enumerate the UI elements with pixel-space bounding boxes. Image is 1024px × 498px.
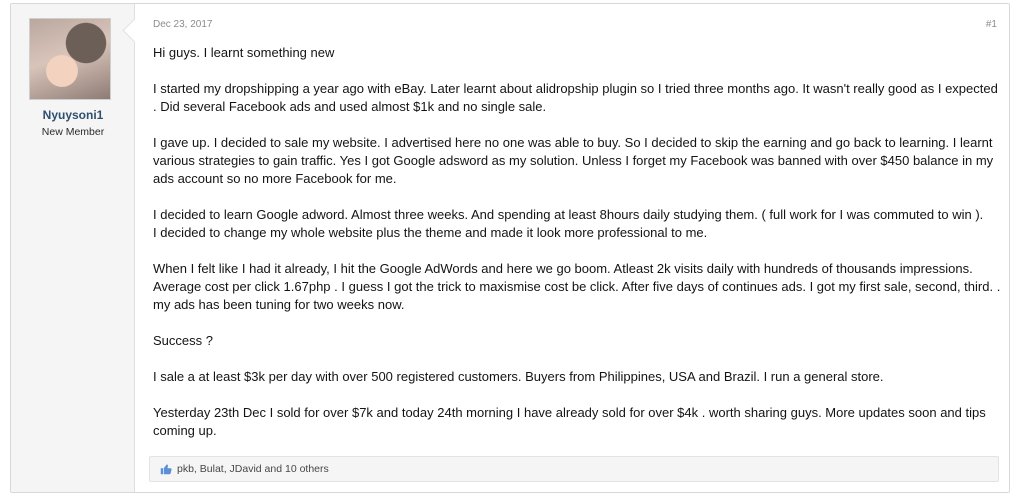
user-title: New Member — [41, 126, 105, 138]
forum-post: Nyuysoni1 New Member Dec 23, 2017 #1 Hi … — [10, 3, 1010, 493]
likes-text-link[interactable]: pkb, Bulat, JDavid and 10 others — [177, 463, 329, 475]
post-paragraph: Yesterday 23th Dec I sold for over $7k a… — [153, 405, 986, 438]
post-paragraph: I sale a at least $3k per day with over … — [153, 369, 884, 384]
user-info-panel: Nyuysoni1 New Member — [11, 4, 135, 492]
thumbs-up-icon — [160, 463, 172, 475]
post-number-link[interactable]: #1 — [986, 19, 997, 30]
likes-summary: pkb, Bulat, JDavid and 10 others — [149, 456, 999, 482]
username-link[interactable]: Nyuysoni1 — [11, 108, 135, 122]
post-date[interactable]: Dec 23, 2017 — [153, 19, 213, 30]
post-paragraph: Hi guys. I learnt something new — [153, 45, 335, 60]
post-paragraph: I decided to change my whole website plu… — [153, 225, 708, 240]
post-paragraph: I gave up. I decided to sale my website.… — [153, 135, 994, 186]
post-paragraph: I decided to learn Google adword. Almost… — [153, 207, 984, 222]
post-body: Hi guys. I learnt something new I starte… — [153, 44, 1003, 440]
post-paragraph: When I felt like I had it already, I hit… — [153, 261, 1001, 312]
post-paragraph: I started my dropshipping a year ago wit… — [153, 81, 998, 114]
post-paragraph: Success ? — [153, 333, 213, 348]
avatar[interactable] — [29, 18, 111, 100]
